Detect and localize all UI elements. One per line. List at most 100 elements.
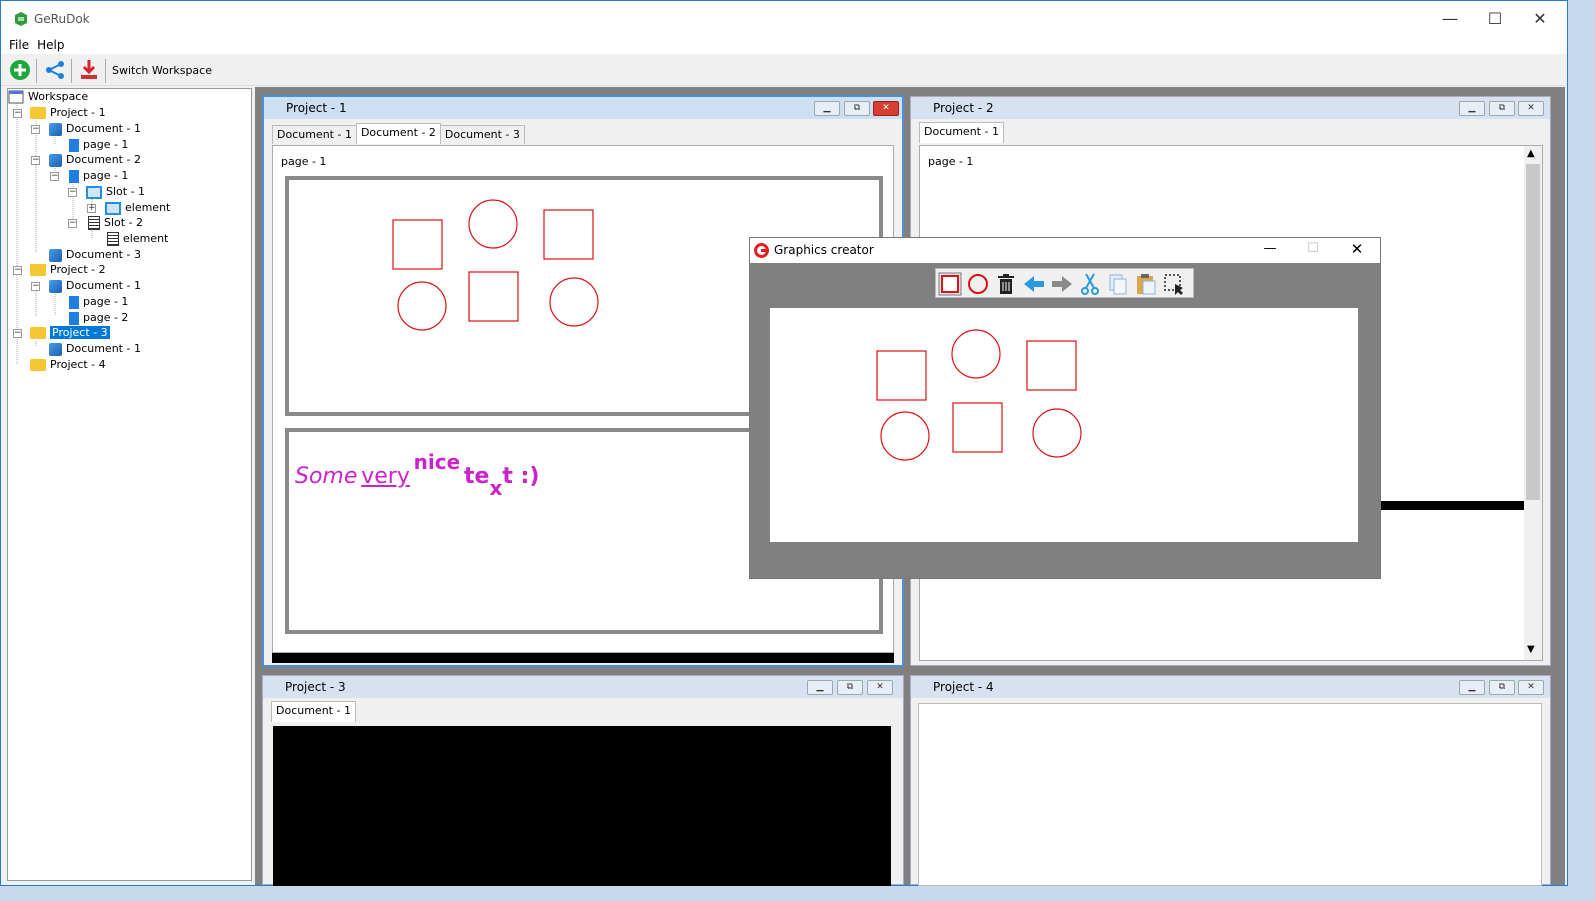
tab-document-1[interactable]: Document - 1 [272, 125, 357, 144]
collapse-toggle[interactable]: − [13, 266, 22, 275]
project-4-frame: Project - 4 ▁ ⧉ ✕ [910, 675, 1551, 886]
page-label: page - 1 [281, 155, 327, 168]
scrollbar-thumb[interactable] [1526, 164, 1540, 500]
frame-minimize-button[interactable]: ▁ [814, 101, 840, 116]
expand-toggle[interactable]: + [87, 204, 96, 213]
tree-item-document-1[interactable]: Document - 1 [49, 341, 141, 357]
menu-help[interactable]: Help [33, 37, 68, 53]
frame-title-bar[interactable]: Project - 1 ▁ ⧉ ✕ [264, 97, 902, 119]
rich-text-superscript: nice [413, 450, 461, 474]
collapse-toggle[interactable]: − [13, 329, 22, 338]
square-shape [468, 271, 519, 322]
select-tool-icon[interactable] [1162, 272, 1186, 296]
collapse-toggle[interactable]: − [31, 125, 40, 134]
collapse-toggle[interactable]: − [31, 282, 40, 291]
tree-item-element[interactable]: element [107, 231, 168, 247]
folder-icon [30, 107, 46, 119]
graphics-canvas[interactable] [770, 308, 1358, 542]
paste-icon[interactable] [1134, 272, 1158, 296]
tree-label: Project - 4 [50, 358, 106, 371]
redo-arrow-icon[interactable] [1050, 272, 1074, 296]
tree-label: page - 1 [83, 138, 129, 151]
add-icon[interactable] [9, 59, 31, 81]
tab-document-3[interactable]: Document - 3 [439, 125, 525, 144]
tree-item-project-3[interactable]: Project - 3 [30, 325, 110, 341]
document-tabs: Document - 1 [271, 701, 356, 723]
tree-item-project-2[interactable]: Project - 2 [30, 262, 106, 278]
frame-close-button[interactable]: ✕ [1518, 680, 1544, 695]
frame-restore-button[interactable]: ⧉ [837, 680, 863, 695]
tab-document-1[interactable]: Document - 1 [271, 701, 356, 722]
frame-minimize-button[interactable]: ▁ [1459, 680, 1485, 695]
tree-item-workspace[interactable]: Workspace [8, 89, 88, 105]
frame-close-button[interactable]: ✕ [867, 680, 893, 695]
trash-icon[interactable] [994, 272, 1018, 296]
tree-label-selected: Project - 3 [50, 326, 110, 339]
title-bar: GeRuDok — ☐ ✕ [1, 1, 1567, 37]
circle-shape [951, 329, 1001, 379]
tab-document-2[interactable]: Document - 2 [355, 123, 441, 144]
frame-close-button[interactable]: ✕ [873, 101, 899, 116]
scroll-down-icon[interactable]: ▼ [1527, 644, 1535, 655]
frame-title-bar[interactable]: Project - 2 ▁ ⧉ ✕ [911, 97, 1550, 119]
tree-item-slot-1[interactable]: Slot - 1 [86, 184, 145, 200]
collapse-toggle[interactable]: − [68, 219, 77, 228]
toolbar-separator [36, 59, 37, 83]
app-logo-icon [15, 12, 27, 26]
frame-restore-button[interactable]: ⧉ [844, 101, 870, 116]
document-icon [49, 122, 62, 136]
frame-restore-button[interactable]: ⧉ [1489, 680, 1515, 695]
tree-item-page-2[interactable]: page - 2 [69, 310, 128, 326]
dialog-minimize-button[interactable]: — [1255, 241, 1285, 256]
tree-item-project-1[interactable]: Project - 1 [30, 105, 106, 121]
tree-item-page-1[interactable]: page - 1 [69, 137, 128, 153]
undo-arrow-icon[interactable] [1022, 272, 1046, 296]
minimize-button[interactable]: — [1427, 1, 1473, 37]
collapse-toggle[interactable]: − [68, 188, 77, 197]
frame-title-bar[interactable]: Project - 3 ▁ ⧉ ✕ [263, 676, 903, 698]
switch-workspace-button[interactable]: Switch Workspace [112, 64, 212, 77]
dialog-title-bar[interactable]: Graphics creator — ☐ ✕ [750, 238, 1380, 263]
graphics-creator-logo-icon [754, 243, 769, 258]
circle-shape [880, 411, 930, 461]
frame-minimize-button[interactable]: ▁ [807, 680, 833, 695]
dialog-maximize-button[interactable]: ☐ [1298, 241, 1328, 256]
frame-minimize-button[interactable]: ▁ [1459, 101, 1485, 116]
cut-icon[interactable] [1078, 272, 1102, 296]
toolbar: Switch Workspace [1, 55, 1567, 86]
menu-bar: File Help [1, 37, 1567, 54]
collapse-toggle[interactable]: − [50, 172, 59, 181]
frame-restore-button[interactable]: ⧉ [1489, 101, 1515, 116]
circle-tool-icon[interactable] [966, 272, 990, 296]
vertical-scrollbar[interactable]: ▲ ▼ [1524, 146, 1542, 660]
collapse-toggle[interactable]: − [31, 156, 40, 165]
tree-item-page-1[interactable]: page - 1 [69, 294, 128, 310]
dialog-close-button[interactable]: ✕ [1342, 240, 1372, 258]
scroll-up-icon[interactable]: ▲ [1527, 148, 1535, 159]
square-shape [543, 209, 594, 260]
tree-item-slot-2[interactable]: Slot - 2 [88, 215, 143, 231]
tree-item-document-2[interactable]: Document - 2 [49, 152, 141, 168]
frame-close-button[interactable]: ✕ [1518, 101, 1544, 116]
close-button[interactable]: ✕ [1517, 1, 1563, 37]
frame-title: Project - 4 [933, 680, 994, 694]
tree-label: Document - 3 [66, 248, 141, 261]
tree-item-document-1[interactable]: Document - 1 [49, 278, 141, 294]
tab-document-1[interactable]: Document - 1 [919, 122, 1004, 143]
download-icon[interactable] [79, 59, 99, 81]
folder-icon [30, 327, 46, 339]
maximize-button[interactable]: ☐ [1472, 1, 1518, 37]
share-icon[interactable] [45, 60, 65, 80]
square-tool-icon[interactable] [938, 272, 962, 296]
tree-item-page-1[interactable]: page - 1 [69, 168, 128, 184]
tree-item-document-3[interactable]: Document - 3 [49, 247, 141, 263]
copy-icon[interactable] [1106, 272, 1130, 296]
tree-item-project-4[interactable]: Project - 4 [30, 357, 106, 373]
frame-title: Project - 3 [285, 680, 346, 694]
tree-item-document-1[interactable]: Document - 1 [49, 121, 141, 137]
tree-item-element[interactable]: element [105, 200, 170, 216]
workspace-icon [8, 90, 24, 104]
frame-title-bar[interactable]: Project - 4 ▁ ⧉ ✕ [911, 676, 1550, 698]
collapse-toggle[interactable]: − [13, 109, 22, 118]
menu-file[interactable]: File [5, 37, 33, 53]
